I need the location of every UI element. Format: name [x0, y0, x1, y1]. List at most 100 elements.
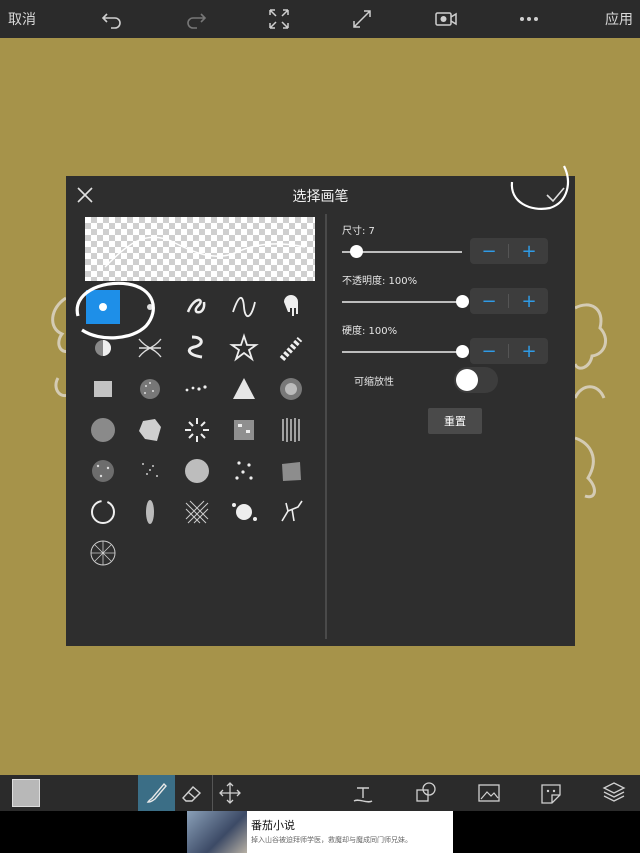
image-icon[interactable] — [475, 780, 503, 806]
brush-tool-button[interactable] — [138, 775, 175, 811]
splatter-brush-icon — [139, 419, 161, 441]
fireworks-brush[interactable] — [180, 413, 214, 447]
chain-brush[interactable] — [274, 331, 308, 365]
noise-brush[interactable] — [133, 372, 167, 406]
square-noise-brush-icon — [234, 420, 254, 440]
circle-fill-brush[interactable] — [180, 454, 214, 488]
grain-brush[interactable] — [86, 413, 120, 447]
size-slider-knob[interactable] — [350, 245, 364, 258]
ring-brush[interactable] — [86, 495, 120, 529]
lines-brush[interactable] — [274, 413, 308, 447]
opacity-plus-button[interactable]: + — [510, 288, 548, 314]
rough-brush-icon — [282, 462, 301, 481]
bottom-toolbar — [0, 775, 640, 811]
leaf-brush[interactable] — [133, 495, 167, 529]
stepper-separator — [508, 294, 509, 308]
splatter-brush[interactable] — [133, 413, 167, 447]
fireworks-brush-icon — [185, 418, 209, 442]
crack-brush[interactable] — [274, 495, 308, 529]
brush-icon — [146, 782, 167, 803]
hardness-plus-button[interactable]: + — [510, 338, 548, 364]
triangle-brush[interactable] — [227, 372, 261, 406]
circle-fill-brush-icon — [185, 459, 209, 483]
spiral-brush-icon — [187, 335, 203, 359]
soft-brush[interactable] — [274, 372, 308, 406]
top-toolbar: 取消 应用 — [0, 0, 640, 38]
burst-brush-icon — [232, 503, 257, 521]
dots-line-brush-icon — [185, 385, 207, 392]
size-stepper: − + — [470, 238, 548, 264]
fullscreen-icon[interactable] — [349, 6, 375, 32]
panel-divider — [325, 214, 327, 639]
brush-picker-dialog: 选择画笔 尺寸: 7 − + 不透明度: 100% − + 硬度: 100% − — [66, 165, 575, 646]
dots-brush-icon — [235, 461, 253, 480]
wave-brush-icon — [232, 296, 256, 318]
hardness-stepper: − + — [470, 338, 548, 364]
scalable-toggle[interactable] — [454, 367, 498, 393]
stepper-separator — [508, 244, 509, 258]
cancel-button[interactable]: 取消 — [8, 9, 36, 29]
crack-brush-icon — [281, 500, 303, 522]
rough-brush[interactable] — [274, 454, 308, 488]
scribble-brush-icon — [186, 298, 206, 314]
speckle-brush[interactable] — [86, 454, 120, 488]
sticker-icon[interactable] — [537, 780, 565, 806]
ring-brush-icon — [91, 500, 115, 524]
star-brush[interactable] — [227, 331, 261, 365]
leaf-brush-icon — [146, 500, 154, 524]
scalable-label: 可缩放性 — [354, 377, 394, 388]
toggle-knob — [456, 369, 478, 391]
spiral-brush[interactable] — [180, 331, 214, 365]
hardness-slider-track[interactable] — [342, 351, 462, 353]
scribble-brush[interactable] — [180, 290, 214, 324]
streak-brush[interactable] — [86, 372, 120, 406]
toolbar-separator — [212, 775, 213, 811]
hardness-slider-knob[interactable] — [456, 345, 469, 358]
dots-line-brush[interactable] — [180, 372, 214, 406]
brush-stroke-preview — [104, 236, 306, 268]
chain-brush-icon — [279, 336, 303, 362]
size-minus-button[interactable]: − — [470, 238, 508, 264]
ad-description: 掉入山谷被迫拜师学医，救魔却与魔成同门师兄妹。 — [251, 836, 412, 844]
grain-brush-icon — [91, 418, 115, 442]
opacity-slider-track[interactable] — [342, 301, 462, 303]
wave-brush[interactable] — [227, 290, 261, 324]
redo-icon[interactable] — [183, 6, 209, 32]
drip-brush-icon — [284, 295, 298, 316]
ad-thumbnail — [187, 811, 247, 853]
opacity-slider-knob[interactable] — [456, 295, 469, 308]
color-swatch[interactable] — [12, 779, 40, 807]
undo-icon[interactable] — [99, 6, 125, 32]
opacity-minus-button[interactable]: − — [470, 288, 508, 314]
text-icon[interactable] — [349, 780, 377, 806]
radial-brush[interactable] — [86, 536, 120, 570]
annotation-circle — [510, 165, 569, 210]
crosshatch-brush[interactable] — [180, 495, 214, 529]
record-icon[interactable] — [433, 6, 459, 32]
shape-icon[interactable] — [412, 780, 440, 806]
more-icon[interactable] — [516, 6, 542, 32]
reset-button[interactable]: 重置 — [428, 408, 482, 434]
opacity-label: 不透明度: 100% — [342, 276, 418, 287]
fit-screen-icon[interactable] — [266, 6, 292, 32]
size-plus-button[interactable]: + — [510, 238, 548, 264]
spray-brush[interactable] — [133, 454, 167, 488]
square-noise-brush[interactable] — [227, 413, 261, 447]
triangle-brush-icon — [233, 378, 255, 399]
layers-icon[interactable] — [600, 780, 628, 806]
spray-brush-icon — [142, 463, 158, 477]
dots-brush[interactable] — [227, 454, 261, 488]
drip-brush[interactable] — [274, 290, 308, 324]
ad-banner[interactable]: 番茄小说 掉入山谷被迫拜师学医，救魔却与魔成同门师兄妹。 — [187, 811, 453, 853]
hardness-label: 硬度: 100% — [342, 326, 398, 337]
burst-brush[interactable] — [227, 495, 261, 529]
apply-button[interactable]: 应用 — [605, 9, 633, 29]
move-icon[interactable] — [216, 780, 244, 806]
brush-preview — [85, 217, 315, 281]
ad-title: 番茄小说 — [251, 819, 295, 832]
hardness-minus-button[interactable]: − — [470, 338, 508, 364]
eraser-icon[interactable] — [178, 780, 206, 806]
dialog-title: 选择画笔 — [292, 189, 349, 205]
lines-brush-icon — [282, 418, 300, 442]
radial-brush-icon — [90, 540, 116, 566]
